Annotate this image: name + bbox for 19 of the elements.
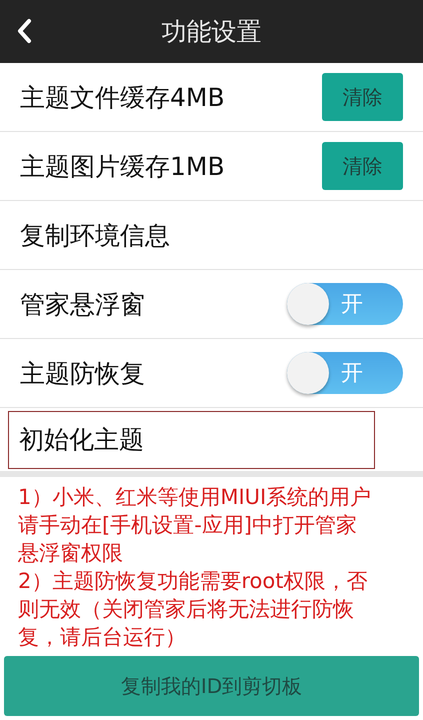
setting-label: 主题防恢复	[20, 358, 145, 390]
note-text: 悬浮窗权限	[18, 540, 124, 567]
note-text: 1）小米、红米等使用MIUI系统的用户	[18, 484, 372, 511]
note-text: 复，请后台运行）	[18, 624, 187, 651]
settings-item[interactable]: 初始化主题	[8, 410, 375, 468]
toggle-switch[interactable]: 开	[287, 283, 403, 325]
back-icon[interactable]	[16, 18, 32, 44]
setting-label[interactable]: 复制环境信息	[20, 218, 170, 252]
copy-id-button[interactable]: 复制我的ID到剪切板	[4, 656, 419, 716]
note-text: 2）主题防恢复功能需要root权限，否	[18, 568, 368, 595]
toggle-switch[interactable]: 开	[287, 352, 403, 394]
setting-label: 主题图片缓存1MB	[20, 150, 225, 182]
note-text: 则无效（关闭管家后将无法进行防恢	[18, 596, 355, 623]
setting-label: 管家悬浮窗	[20, 288, 145, 320]
clear-button[interactable]: 清除	[322, 142, 403, 190]
page-title: 功能设置	[162, 16, 262, 48]
clear-button[interactable]: 清除	[322, 73, 403, 121]
setting-label: 主题文件缓存4MB	[20, 82, 225, 114]
note-text: 请手动在[手机设置-应用]中打开管家	[18, 512, 358, 539]
